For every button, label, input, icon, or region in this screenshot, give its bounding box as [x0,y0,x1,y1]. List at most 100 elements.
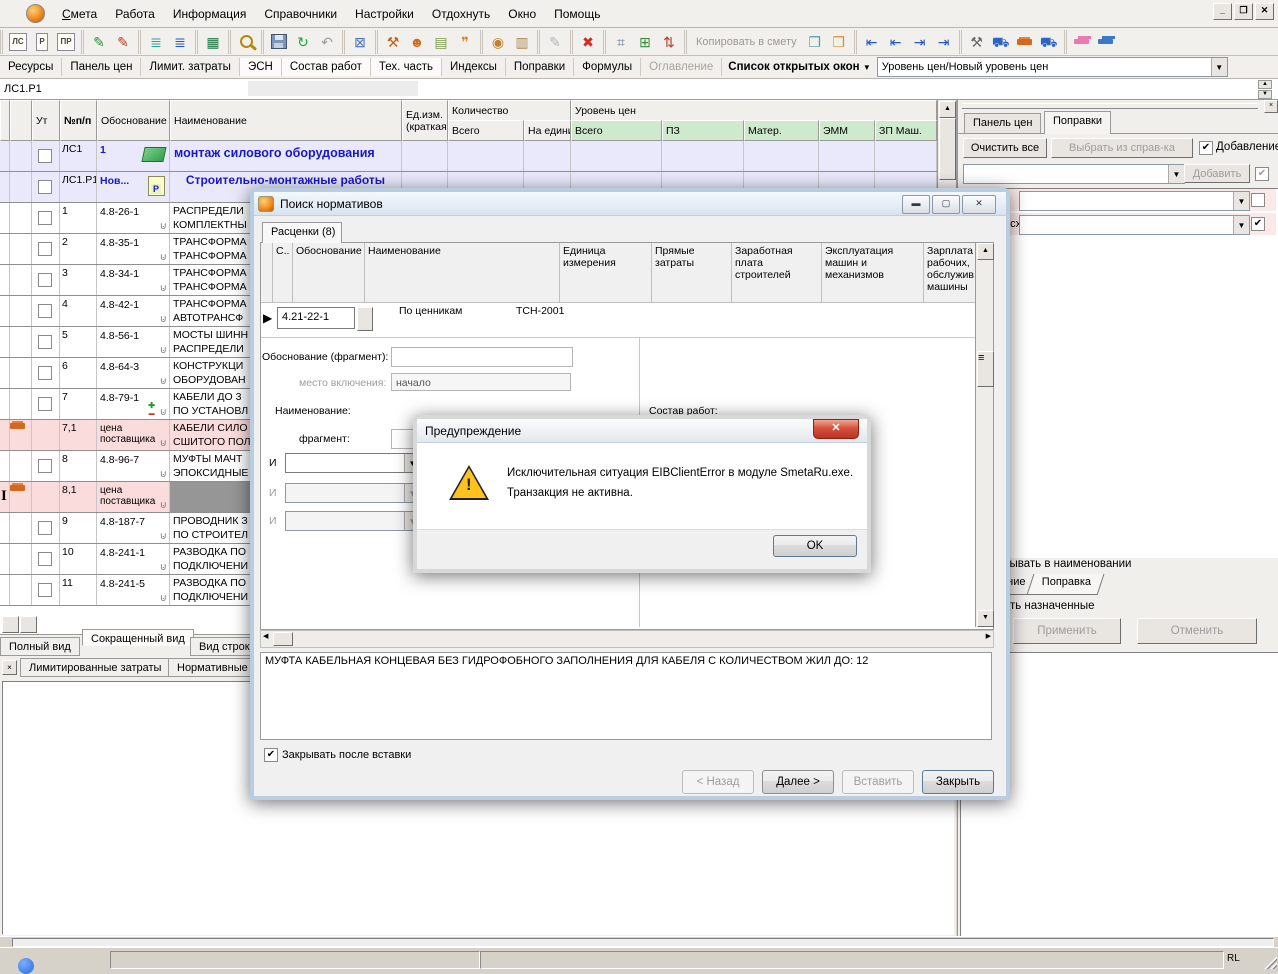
paste-button[interactable]: ❒ [827,30,851,54]
scroll-left-icon[interactable]: ◀ [263,632,268,640]
pager-box-1[interactable] [2,616,19,633]
tab-rates[interactable]: Расценки (8) [262,222,342,243]
choose-from-ref-button[interactable]: Выбрать из справ-ка [1051,138,1193,158]
correction-value-combo[interactable]: ▼ [1019,191,1250,211]
col-header-quantity[interactable]: Количество [448,100,571,121]
table-row[interactable]: ЛС11монтаж силового оборудования [0,141,937,172]
scroll-thumb[interactable] [273,632,293,646]
description-text[interactable]: МУФТА КАБЕЛЬНАЯ КОНЦЕВАЯ БЕЗ ГИДРОФОБНОГ… [260,652,992,740]
row-checkbox[interactable] [38,366,52,380]
close-button[interactable]: ✕ [1255,3,1274,20]
col-header-justification[interactable]: Обоснование [97,100,170,141]
row-checkbox[interactable] [38,335,52,349]
adding-checkbox[interactable] [1199,141,1213,155]
code-lookup-button[interactable] [357,307,373,331]
add-rate-button[interactable]: ✎ [87,30,111,54]
menu-item-pomosch[interactable]: Помощь [545,3,609,25]
undo-button[interactable]: ↶ [315,30,339,54]
edit-cell[interactable] [248,81,418,96]
add-button[interactable]: Добавить [1184,164,1250,183]
col-header-zp-mash[interactable]: ЗП Маш. [875,120,937,141]
rates-book-blue-button[interactable] [1094,30,1118,54]
col-header-pz[interactable]: ПЗ [662,120,744,141]
tab-esn[interactable]: ЭСН [240,58,282,76]
delete-rate-button[interactable]: ✎ [111,30,135,54]
r-section-button[interactable]: Р [30,30,54,54]
tab-short-view[interactable]: Сокращенный вид [82,629,194,646]
spin-down-icon[interactable]: ▼ [1258,90,1272,99]
resources-people-button[interactable]: ☻ [405,30,429,54]
dialog-col-header[interactable]: Эксплуатация машин и механизмов [822,243,924,303]
row-checkbox[interactable] [38,583,52,597]
dialog-hscrollbar[interactable]: ◀ ▶ [260,630,994,648]
add-checkbox[interactable] [1255,167,1269,181]
pager-box-2[interactable] [20,616,37,633]
rates-book-pink-button[interactable] [1070,30,1094,54]
tab-limit-zatraty[interactable]: Лимит. затраты [141,58,239,76]
scroll-up-icon[interactable]: ▲ [939,101,956,118]
row-checkbox[interactable] [38,552,52,566]
dialog-col-header[interactable]: Заработная плата строителей [732,243,822,303]
tab-limited-costs[interactable]: Лимитированные затраты [20,658,170,677]
menu-item-otdohnut[interactable]: Отдохнуть [423,3,499,25]
dialog-maximize-icon[interactable]: ▢ [932,195,960,214]
menu-item-smeta[interactable]: Смета [53,3,106,25]
dialog-col-header[interactable]: С.. [273,243,293,303]
close-after-insert-checkbox[interactable] [264,748,278,762]
justification-fragment-input[interactable] [391,347,573,367]
next-button[interactable]: Далее > [762,770,834,794]
col-header-level-total[interactable]: Всего [571,120,662,141]
correction-checkbox[interactable] [1251,193,1265,207]
ok-button[interactable]: OK [773,535,857,557]
calculator-button[interactable]: ⌗ [609,30,633,54]
tab-popravki[interactable]: Поправки [506,58,574,76]
edit-note-button[interactable]: ✎ [543,30,567,54]
outdent-level2-button[interactable]: ⇥ [932,30,956,54]
save-button[interactable] [267,30,291,54]
col-header-qty-total[interactable]: Всего [448,120,524,141]
add-card-button[interactable]: ⊞ [633,30,657,54]
insert-button[interactable]: Вставить [842,770,914,794]
scroll-right-icon[interactable]: ▶ [986,632,991,640]
tree-structure-button[interactable]: ≣ [144,30,168,54]
indent-level2-button[interactable]: ⇤ [884,30,908,54]
row-checkbox[interactable] [38,273,52,287]
tab-price-panel[interactable]: Панель цен [964,113,1041,133]
warning-titlebar[interactable]: Предупреждение ✕ [417,419,867,443]
tab-indeksy[interactable]: Индексы [442,58,506,76]
apply-button[interactable]: Применить [1013,618,1121,644]
restore-button[interactable]: ❐ [1234,3,1253,20]
truck-button[interactable]: ⛟ [989,30,1013,54]
col-header-price-level[interactable]: Уровень цен [571,100,937,121]
money-button[interactable]: ◉ [486,30,510,54]
and-combo-1[interactable]: ▼ [285,453,421,473]
dialog-minimize-icon[interactable]: ▬ [902,195,930,214]
unlock-button[interactable]: ⊠ [348,30,372,54]
tab-panel-cen[interactable]: Панель цен [62,58,141,76]
dialog-col-header[interactable]: Единица измерения [560,243,652,303]
keyboard-layout-indicator[interactable]: RL [1227,953,1240,964]
minimize-button[interactable]: _ [1213,3,1232,20]
col-header-mat[interactable]: Матер. [744,120,819,141]
menu-item-informaciya[interactable]: Информация [164,3,255,25]
comment-button[interactable]: ❞ [453,30,477,54]
col-header-name[interactable]: Наименование [170,100,402,141]
scroll-thumb[interactable] [939,118,956,180]
panel-grip[interactable] [962,103,1258,109]
row-checkbox[interactable] [38,304,52,318]
estimate-params-button[interactable]: ⚒ [381,30,405,54]
close-dialog-button[interactable]: Закрыть [922,770,994,794]
spin-up-icon[interactable]: ▲ [1258,80,1272,89]
bricks-button[interactable] [1013,30,1037,54]
dialog-vscrollbar[interactable]: ▲ ≡ ▼ [975,243,993,627]
and-combo-2[interactable]: ▼ [285,483,421,503]
clear-all-button[interactable]: Очистить все [963,138,1047,158]
back-button[interactable]: < Назад [682,770,754,794]
materials-box-button[interactable]: ▥ [510,30,534,54]
row-checkbox[interactable] [38,397,52,411]
open-windows-menu[interactable]: Список открытых окон ▼ [722,58,876,76]
scroll-up-icon[interactable]: ▲ [977,243,994,260]
ls-estimate-button[interactable]: ЛС [6,30,30,54]
code-edit-field[interactable]: 4.21-22-1 [277,307,355,329]
row-checkbox[interactable] [38,459,52,473]
